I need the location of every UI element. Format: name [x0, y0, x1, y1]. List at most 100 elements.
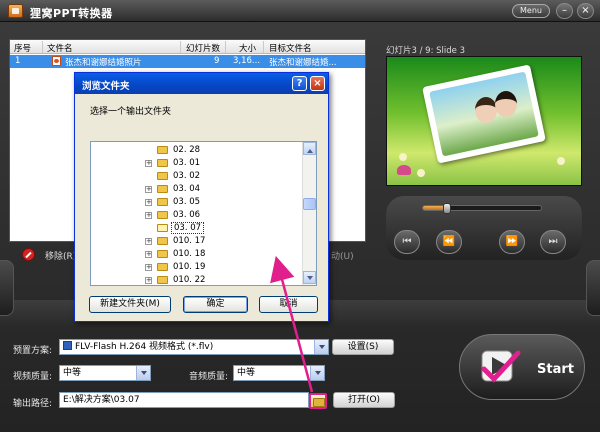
folder-icon: [157, 237, 168, 245]
chevron-down-icon[interactable]: [310, 366, 324, 380]
first-slide-button[interactable]: ⏮: [394, 230, 420, 254]
tree-item[interactable]: +03. 06: [91, 209, 301, 222]
folder-name: 03. 07: [171, 222, 205, 234]
column-header-filename[interactable]: 文件名: [47, 42, 73, 54]
remove-button-label[interactable]: 移除(R): [45, 249, 76, 262]
tree-item[interactable]: +010. 18: [91, 248, 301, 261]
expand-icon[interactable]: +: [145, 251, 152, 258]
next-slide-button[interactable]: ⏩: [499, 230, 525, 254]
video-quality-value: 中等: [63, 368, 82, 378]
folder-icon: [157, 211, 168, 219]
settings-button-label: 设置(S): [347, 342, 379, 352]
seek-knob[interactable]: [443, 203, 451, 214]
folder-name: 03. 02: [173, 171, 201, 181]
output-path-field[interactable]: E:\解决方案\03.07: [59, 392, 309, 408]
tree-scrollbar[interactable]: [302, 142, 316, 285]
expand-icon[interactable]: +: [145, 264, 152, 271]
browse-folder-dialog: 浏览文件夹 ? × 选择一个输出文件夹 02. 28 +03. 01 03. 0…: [74, 72, 329, 322]
slide-preview: [386, 56, 582, 186]
open-folder-button[interactable]: 打开(O): [333, 392, 395, 408]
expand-icon[interactable]: +: [145, 277, 152, 284]
scroll-up-icon[interactable]: [303, 142, 316, 155]
preset-select[interactable]: FLV-Flash H.264 视频格式 (*.flv): [59, 339, 329, 355]
ok-button[interactable]: 确定: [183, 296, 248, 313]
expand-icon[interactable]: +: [145, 238, 152, 245]
column-header-index[interactable]: 序号: [14, 42, 31, 54]
dialog-prompt: 选择一个输出文件夹: [90, 107, 172, 117]
preview-seek-slider[interactable]: [422, 203, 542, 214]
dialog-help-button[interactable]: ?: [292, 76, 307, 91]
left-side-knob: [0, 260, 14, 316]
folder-name: 02. 28: [173, 145, 201, 155]
folder-icon: [157, 172, 168, 180]
scroll-down-icon[interactable]: [303, 271, 316, 284]
menu-button[interactable]: Menu: [512, 4, 550, 18]
minimize-button[interactable]: –: [556, 3, 573, 19]
dialog-close-button[interactable]: ×: [310, 76, 325, 91]
folder-name: 03. 01: [173, 158, 201, 168]
fast-forward-icon: ⏩: [505, 236, 519, 247]
cancel-label: 取消: [279, 299, 298, 309]
right-side-knob: [586, 260, 600, 316]
expand-icon[interactable]: +: [145, 186, 152, 193]
video-quality-label: 视频质量:: [13, 372, 53, 382]
folder-name: 010. 19: [173, 262, 206, 272]
new-folder-label: 新建文件夹(M): [100, 299, 160, 309]
expand-icon[interactable]: +: [145, 160, 152, 167]
tree-item-selected[interactable]: 03. 07: [91, 222, 301, 235]
folder-tree[interactable]: 02. 28 +03. 01 03. 02 +03. 04 +03. 05 +0…: [90, 141, 317, 286]
dialog-title: 浏览文件夹: [82, 81, 130, 92]
menu-label: Menu: [520, 6, 542, 15]
column-header-slides[interactable]: 幻灯片数: [186, 42, 220, 54]
start-label: Start: [537, 362, 574, 377]
folder-name: 03. 06: [173, 210, 201, 220]
last-slide-button[interactable]: ⏭: [540, 230, 566, 254]
video-quality-select[interactable]: 中等: [59, 365, 151, 381]
preset-value: FLV-Flash H.264 视频格式 (*.flv): [75, 342, 214, 352]
flower-decoration: [417, 169, 425, 177]
new-folder-button[interactable]: 新建文件夹(M): [89, 296, 171, 313]
tree-item[interactable]: 02. 28: [91, 144, 301, 157]
flv-format-icon: [63, 341, 72, 350]
row-target-filename: 张杰和谢娜结婚...: [269, 58, 337, 68]
row-filename: 张杰和谢娜结婚照片: [65, 58, 142, 68]
skip-forward-icon: ⏭: [548, 236, 558, 247]
butterfly-decoration: [397, 165, 411, 175]
preset-settings-button[interactable]: 设置(S): [332, 339, 394, 355]
dialog-title-bar: 浏览文件夹 ? ×: [75, 73, 328, 94]
prev-slide-button[interactable]: ⏪: [436, 230, 462, 254]
flower-decoration: [399, 153, 407, 161]
rewind-icon: ⏪: [442, 236, 456, 247]
partial-button-label[interactable]: 动(U): [331, 249, 354, 262]
tree-item[interactable]: +010. 17: [91, 235, 301, 248]
expand-icon[interactable]: +: [145, 212, 152, 219]
folder-icon: [157, 250, 168, 258]
output-path-label: 输出路径:: [13, 399, 53, 409]
folder-name: 010. 18: [173, 249, 206, 259]
table-row[interactable]: 1 张杰和谢娜结婚照片 9 3,16... 张杰和谢娜结婚...: [10, 55, 365, 68]
tree-item[interactable]: +010. 19: [91, 261, 301, 274]
tree-item[interactable]: +03. 01: [91, 157, 301, 170]
chevron-down-icon[interactable]: [136, 366, 150, 380]
close-button[interactable]: ×: [577, 3, 594, 19]
browse-folder-button[interactable]: [309, 393, 327, 409]
title-bar: 狸窝PPT转换器 Menu – ×: [0, 0, 600, 22]
ok-label: 确定: [206, 299, 225, 309]
tree-item[interactable]: +010. 22: [91, 274, 301, 285]
remove-icon[interactable]: [22, 248, 35, 261]
column-header-target[interactable]: 目标文件名: [269, 42, 312, 54]
app-logo-icon: [8, 4, 23, 18]
tree-item[interactable]: +03. 04: [91, 183, 301, 196]
cancel-button[interactable]: 取消: [259, 296, 318, 313]
column-header-size[interactable]: 大小: [239, 42, 256, 54]
tree-item[interactable]: +03. 05: [91, 196, 301, 209]
window-title: 狸窝PPT转换器: [30, 7, 113, 20]
scroll-thumb[interactable]: [303, 198, 316, 210]
audio-quality-select[interactable]: 中等: [233, 365, 325, 381]
folder-icon: [157, 198, 168, 206]
flower-decoration: [557, 157, 565, 165]
close-icon: ×: [313, 78, 322, 89]
expand-icon[interactable]: +: [145, 199, 152, 206]
tree-item[interactable]: 03. 02: [91, 170, 301, 183]
chevron-down-icon[interactable]: [314, 340, 328, 354]
